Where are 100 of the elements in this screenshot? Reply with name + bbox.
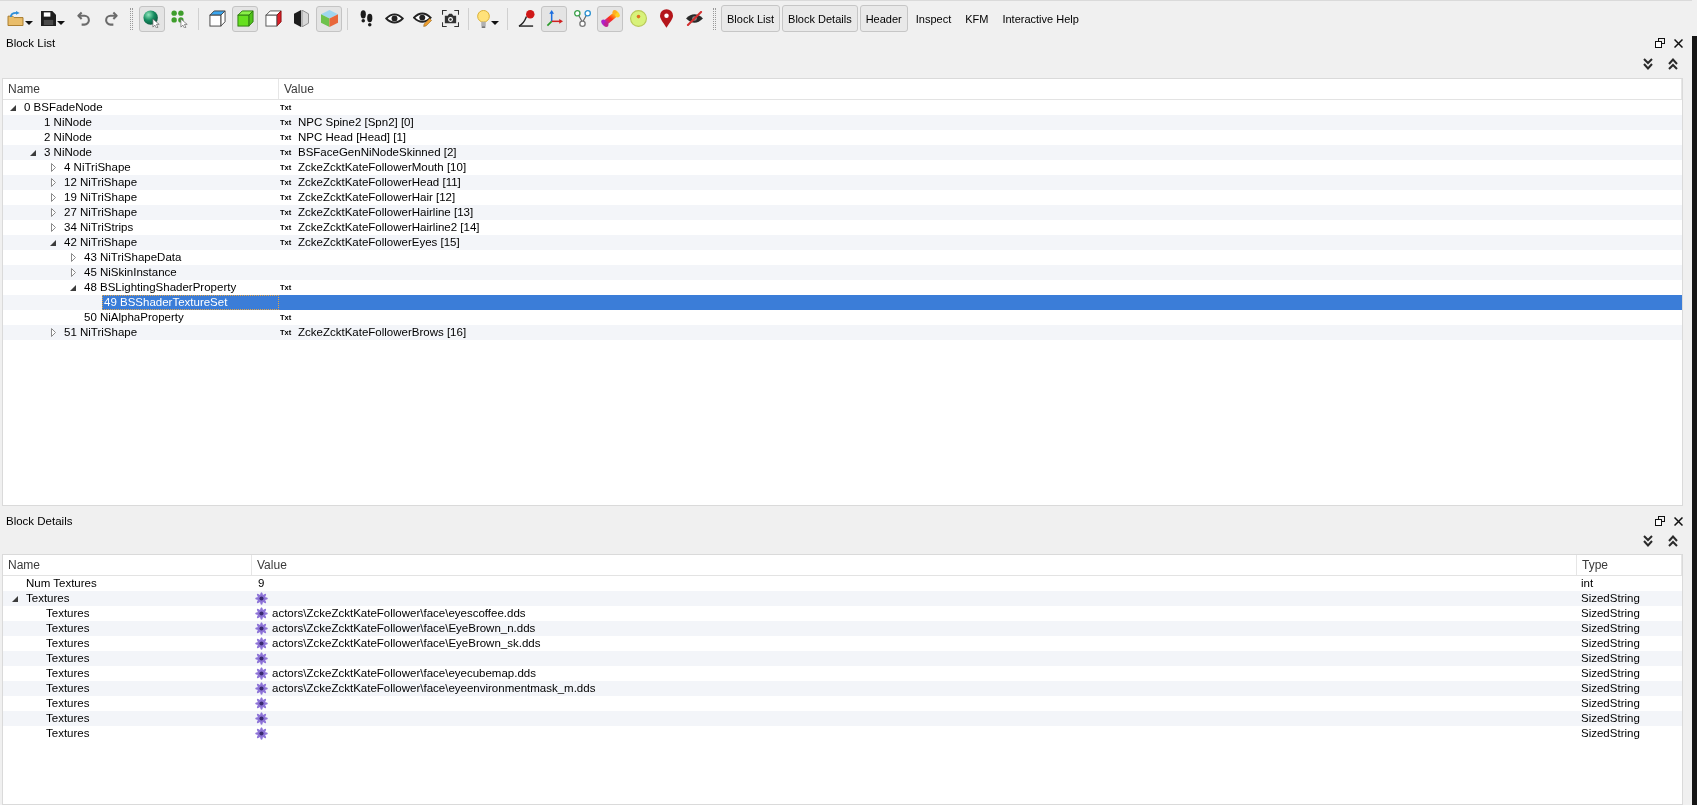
tree-toggle-icon[interactable] xyxy=(50,208,56,217)
tree-toggle-icon[interactable] xyxy=(50,163,56,172)
solid-cube-icon xyxy=(236,10,254,27)
eye-pencil-icon xyxy=(412,10,432,27)
tree-row[interactable]: 43 NiTriShapeData xyxy=(3,250,1682,265)
field-name: Textures xyxy=(46,607,90,619)
detail-row[interactable]: Textures actors\ZckeZcktKateFollower\face\eyeenvironmentmask_m.dds SizedString xyxy=(3,681,1682,696)
flower-icon xyxy=(255,592,268,605)
field-type: SizedString xyxy=(1581,697,1640,709)
flower-icon xyxy=(255,727,268,740)
chevrons-up-icon[interactable] xyxy=(1668,58,1678,70)
node-value: ZckeZcktKateFollowerMouth [10] xyxy=(298,160,467,175)
curve-dot-icon xyxy=(517,10,535,27)
node-name: 45 NiSkinInstance xyxy=(84,266,177,278)
tree-toggle-icon[interactable] xyxy=(50,328,56,337)
tree-toggle-icon[interactable] xyxy=(30,149,36,156)
field-name: Textures xyxy=(46,682,90,694)
view-toggle-button[interactable]: Inspect xyxy=(909,5,958,32)
toolbar-grip[interactable] xyxy=(130,7,133,30)
field-value: actors\ZckeZcktKateFollower\face\EyeBrown_sk.dds xyxy=(272,636,541,651)
detail-row[interactable]: Num Textures 9 int xyxy=(3,576,1682,591)
view-toggle-button[interactable]: KFM xyxy=(959,5,995,32)
node-name: 49 BSShaderTextureSet xyxy=(104,296,228,308)
tree-toggle-icon[interactable] xyxy=(12,595,18,602)
node-name: 2 NiNode xyxy=(44,131,92,143)
field-type: int xyxy=(1581,577,1594,589)
field-type: SizedString xyxy=(1581,652,1640,664)
dots-cursor-icon xyxy=(171,9,189,28)
flower-icon xyxy=(255,637,268,650)
node-value: ZckeZcktKateFollowerBrows [16] xyxy=(298,325,467,340)
folded-panel-icon xyxy=(293,10,309,27)
node-name: 4 NiTriShape xyxy=(64,161,131,173)
map-pin-icon xyxy=(659,9,673,28)
node-value: BSFaceGenNiNodeSkinned [2] xyxy=(298,145,457,160)
column-header[interactable]: Value xyxy=(252,555,1577,575)
chevrons-up-icon[interactable] xyxy=(1668,535,1678,547)
node-name: 43 NiTriShapeData xyxy=(84,251,182,263)
tree-toggle-icon[interactable] xyxy=(10,104,16,111)
column-header[interactable]: Value xyxy=(279,79,1682,99)
tree-toggle-icon[interactable] xyxy=(50,223,56,232)
flower-icon xyxy=(255,667,268,680)
field-name: Num Textures xyxy=(26,577,97,589)
field-name: Textures xyxy=(46,652,90,664)
undo-icon xyxy=(76,11,90,26)
footprints-icon xyxy=(359,10,373,27)
panel-title: Block List xyxy=(5,37,56,49)
tree-toggle-icon[interactable] xyxy=(70,268,76,277)
tree-row[interactable]: 45 NiSkinInstance xyxy=(3,265,1682,280)
column-header[interactable]: Type xyxy=(1577,555,1682,575)
flower-icon xyxy=(255,682,268,695)
view-toggle-button[interactable]: Block List xyxy=(721,5,781,32)
node-name: 51 NiTriShape xyxy=(64,326,138,338)
view-toggle-button[interactable]: Interactive Help xyxy=(996,5,1085,32)
field-name: Textures xyxy=(46,637,90,649)
field-name: Textures xyxy=(46,727,90,739)
detail-row[interactable]: Textures SizedString xyxy=(3,696,1682,711)
tree-toggle-icon[interactable] xyxy=(50,193,56,202)
shaded-cube-icon xyxy=(320,10,338,27)
tree-toggle-icon[interactable] xyxy=(50,239,56,246)
redo-icon xyxy=(104,11,118,26)
camera-icon xyxy=(441,10,459,27)
close-icon[interactable] xyxy=(1674,38,1683,48)
detail-row[interactable]: Textures SizedString xyxy=(3,711,1682,726)
column-header[interactable]: Name xyxy=(3,555,252,575)
tree-toggle-icon[interactable] xyxy=(70,284,76,291)
field-name: Textures xyxy=(46,697,90,709)
chevrons-down-icon[interactable] xyxy=(1643,58,1653,70)
field-value: actors\ZckeZcktKateFollower\face\eyeenvironmentmask_m.dds xyxy=(272,681,596,696)
view-toggle-button[interactable]: Block Details xyxy=(782,5,858,32)
detail-row[interactable]: Textures actors\ZckeZcktKateFollower\face\EyeBrown_sk.dds SizedString xyxy=(3,636,1682,651)
node-value: ZckeZcktKateFollowerEyes [15] xyxy=(298,235,460,250)
undock-icon[interactable] xyxy=(1655,516,1665,526)
folder-icon xyxy=(7,11,24,26)
field-value: actors\ZckeZcktKateFollower\face\eyescoffee.dds xyxy=(272,606,526,621)
node-link-icon xyxy=(573,10,591,27)
tree-toggle-icon[interactable] xyxy=(50,178,56,187)
field-name: Textures xyxy=(46,712,90,724)
field-type: SizedString xyxy=(1581,712,1640,724)
detail-row[interactable]: Textures actors\ZckeZcktKateFollower\face\eyescoffee.dds SizedString xyxy=(3,606,1682,621)
node-value: ZckeZcktKateFollowerHairline2 [14] xyxy=(298,220,480,235)
detail-row[interactable]: Textures SizedString xyxy=(3,726,1682,741)
detail-row[interactable]: Textures actors\ZckeZcktKateFollower\face\eyecubemap.dds SizedString xyxy=(3,666,1682,681)
field-type: SizedString xyxy=(1581,727,1640,739)
column-header[interactable]: Name xyxy=(3,79,279,99)
close-icon[interactable] xyxy=(1674,516,1683,526)
detail-row[interactable]: Textures SizedString xyxy=(3,651,1682,666)
node-name: 19 NiTriShape xyxy=(64,191,138,203)
tree-toggle-icon[interactable] xyxy=(70,253,76,262)
undock-icon[interactable] xyxy=(1655,38,1665,48)
chevrons-down-icon[interactable] xyxy=(1643,535,1653,547)
detail-row[interactable]: Textures SizedString xyxy=(3,591,1682,606)
view-toggle-button[interactable]: Header xyxy=(859,5,908,32)
sphere-cursor-icon xyxy=(143,9,161,28)
detail-row[interactable]: Textures actors\ZckeZcktKateFollower\face\EyeBrown_n.dds SizedString xyxy=(3,621,1682,636)
node-name: 50 NiAlphaProperty xyxy=(84,311,184,323)
wireframe-cube-icon xyxy=(208,10,226,27)
field-name: Textures xyxy=(46,667,90,679)
tree-row[interactable]: 49 BSShaderTextureSet xyxy=(3,295,1682,310)
toolbar-grip[interactable] xyxy=(713,7,716,30)
node-name: 34 NiTriStrips xyxy=(64,221,134,233)
